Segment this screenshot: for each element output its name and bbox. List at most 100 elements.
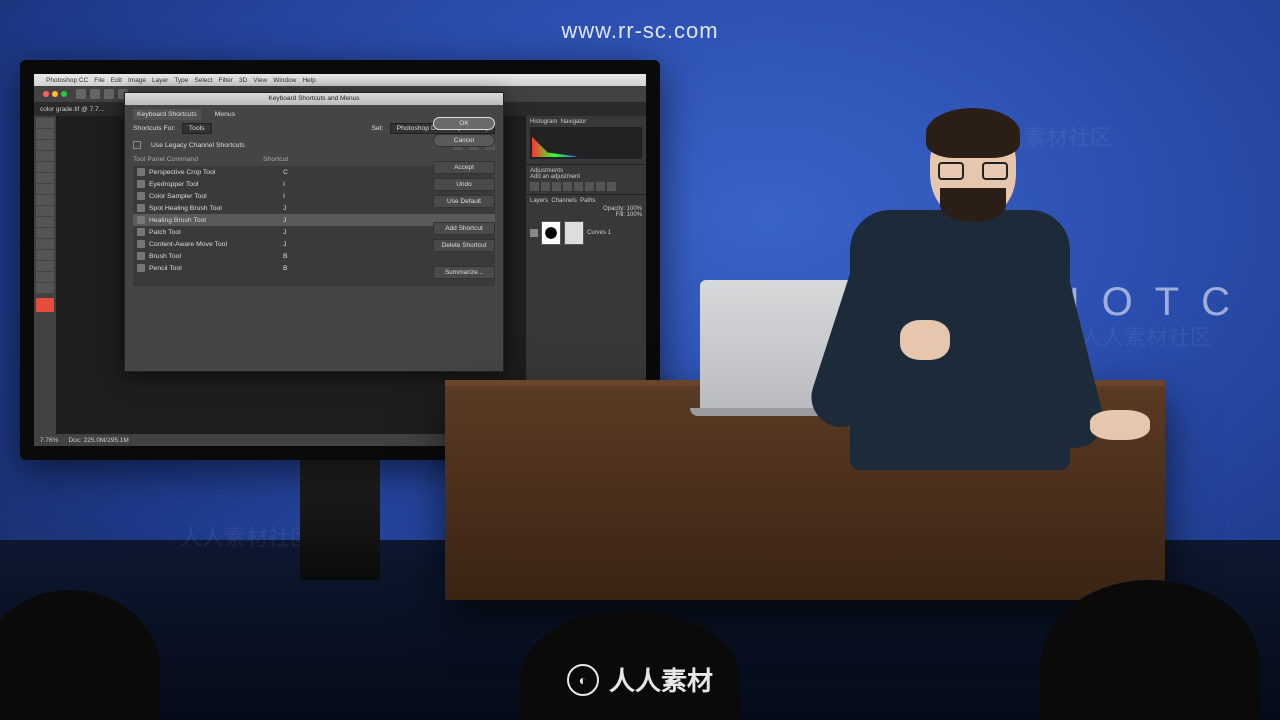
gradient-tool-icon[interactable] [36,217,54,227]
adjustment-icon[interactable] [541,182,550,191]
shortcuts-for-label: Shortcuts For: [133,125,176,132]
legacy-checkbox-label: Use Legacy Channel Shortcuts [151,142,245,149]
set-label: Set: [371,125,383,132]
menu-file[interactable]: File [94,77,104,84]
tool-name: Pencil Tool [149,265,279,272]
adjustment-icon[interactable] [607,182,616,191]
menu-image[interactable]: Image [128,77,146,84]
menu-edit[interactable]: Edit [111,77,122,84]
marquee-tool-icon[interactable] [36,129,54,139]
pen-tool-icon[interactable] [36,239,54,249]
adjustment-icon[interactable] [552,182,561,191]
histogram-tab[interactable]: Histogram [530,119,557,125]
tool-name: Spot Healing Brush Tool [149,205,279,212]
layers-tab[interactable]: Layers [530,198,548,204]
adjustment-icon[interactable] [574,182,583,191]
brush-tool-icon[interactable] [36,184,54,194]
healing-brush-tool-icon[interactable] [36,173,54,183]
tool-option-icon[interactable] [104,89,114,99]
home-icon[interactable] [76,89,86,99]
presenter-person [790,90,1150,510]
lasso-tool-icon[interactable] [36,140,54,150]
dialog-title: Keyboard Shortcuts and Menus [125,93,503,105]
undo-button[interactable]: Undo [433,178,495,191]
macos-menubar[interactable]: Photoshop CC File Edit Image Layer Type … [34,74,646,86]
tool-icon [137,192,145,200]
shortcuts-for-dropdown[interactable]: Tools [182,123,212,134]
accept-button[interactable]: Accept [433,161,495,174]
histogram-graph [530,127,642,159]
layer-name[interactable]: Curves 1 [587,230,611,236]
type-tool-icon[interactable] [36,250,54,260]
tool-icon [137,180,145,188]
move-tool-icon[interactable] [36,118,54,128]
foreground-color-swatch[interactable] [36,298,54,312]
zoom-readout[interactable]: 7.76% [40,437,58,444]
watermark-brand: ◐ 人人素材 [567,661,713,698]
tool-icon [137,216,145,224]
close-icon[interactable] [43,91,49,97]
menu-layer[interactable]: Layer [152,77,168,84]
docsize-readout: Doc: 225.0M/295.1M [68,437,128,444]
tools-panel[interactable] [34,116,56,434]
adjustments-panel[interactable]: Adjustments Add an adjustment [526,165,646,195]
layer-mask-thumb-icon[interactable] [564,221,584,245]
tool-icon [137,228,145,236]
tool-icon [137,204,145,212]
visibility-eye-icon[interactable] [530,229,538,237]
minimize-icon[interactable] [52,91,58,97]
app-name[interactable]: Photoshop CC [46,77,88,84]
tab-menus[interactable]: Menus [211,109,239,120]
tool-name: Perspective Crop Tool [149,169,279,176]
delete-shortcut-button[interactable]: Delete Shortcut [433,239,495,252]
menu-view[interactable]: View [253,77,267,84]
window-traffic-lights[interactable] [38,88,72,100]
tool-name: Healing Brush Tool [149,217,279,224]
adjustment-icon[interactable] [585,182,594,191]
eraser-tool-icon[interactable] [36,206,54,216]
adjustment-icon[interactable] [530,182,539,191]
cancel-button[interactable]: Cancel [433,134,495,147]
legacy-checkbox[interactable] [133,141,141,149]
menu-filter[interactable]: Filter [218,77,232,84]
monitor-stand [300,460,380,580]
keyboard-shortcuts-dialog: Keyboard Shortcuts and Menus Keyboard Sh… [124,92,504,372]
watermark-url: www.rr-sc.com [561,18,718,44]
zoom-tool-icon[interactable] [36,283,54,293]
shape-tool-icon[interactable] [36,261,54,271]
use-default-button[interactable]: Use Default [433,195,495,208]
fill-value[interactable]: 100% [627,212,642,218]
summarize-button[interactable]: Summarize... [433,266,495,279]
channels-tab[interactable]: Channels [551,198,576,204]
crop-tool-icon[interactable] [36,151,54,161]
eyedropper-tool-icon[interactable] [36,162,54,172]
hand-tool-icon[interactable] [36,272,54,282]
menu-select[interactable]: Select [194,77,212,84]
col-command: Tool Panel Command [133,156,263,163]
ok-button[interactable]: OK [433,117,495,130]
tab-keyboard-shortcuts[interactable]: Keyboard Shortcuts [133,109,201,120]
adjustment-icon[interactable] [596,182,605,191]
add-shortcut-button[interactable]: Add Shortcut [433,222,495,235]
watermark-logo-icon: ◐ [567,664,599,696]
tool-name: Eyedropper Tool [149,181,279,188]
watermark-brand-text: 人人素材 [609,661,713,698]
navigator-tab[interactable]: Navigator [561,119,587,125]
adjustment-icon[interactable] [563,182,572,191]
tool-name: Patch Tool [149,229,279,236]
tool-icon [137,240,145,248]
menu-window[interactable]: Window [273,77,296,84]
paths-tab[interactable]: Paths [580,198,595,204]
menu-type[interactable]: Type [174,77,188,84]
layer-thumb-icon[interactable] [541,221,561,245]
document-tab[interactable]: color grade.tif @ 7.7... [40,106,104,113]
menu-help[interactable]: Help [302,77,315,84]
zoom-icon[interactable] [61,91,67,97]
clone-stamp-tool-icon[interactable] [36,195,54,205]
menu-3d[interactable]: 3D [239,77,247,84]
dodge-tool-icon[interactable] [36,228,54,238]
histogram-panel[interactable]: Histogram Navigator [526,116,646,165]
tool-icon [137,252,145,260]
layer-row[interactable]: Curves 1 [530,221,642,245]
tool-option-icon[interactable] [90,89,100,99]
